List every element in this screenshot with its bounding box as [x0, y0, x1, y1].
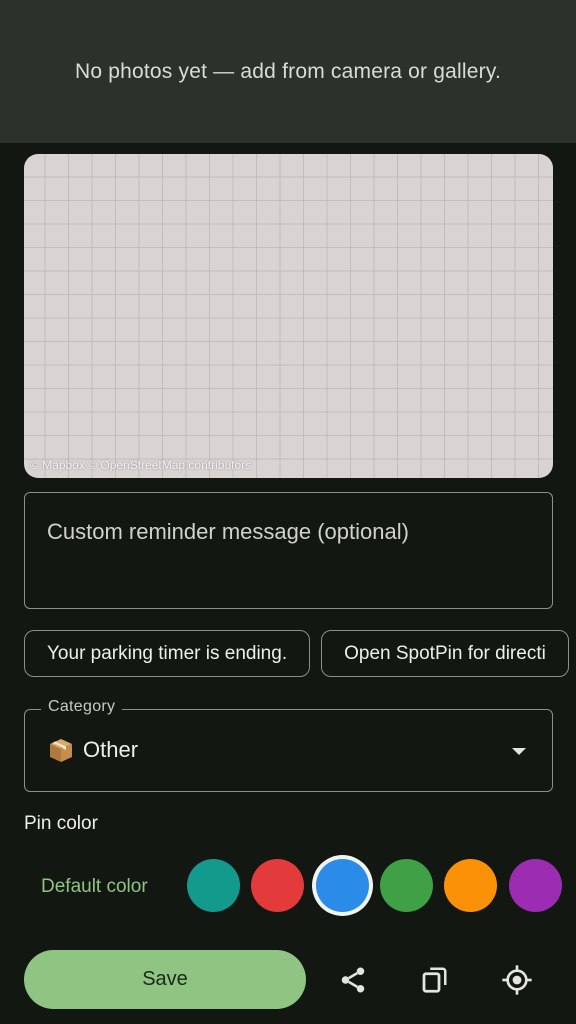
copy-icon [422, 967, 447, 993]
dropdown-arrow-icon[interactable] [512, 748, 526, 755]
reminder-message-field[interactable] [24, 492, 553, 609]
map-preview[interactable]: © Mapbox © OpenStreetMap contributors [24, 154, 553, 478]
pin-color-swatch[interactable] [380, 859, 433, 912]
photos-empty-banner: No photos yet — add from camera or galle… [0, 0, 576, 143]
suggestion-chip-timer-ending[interactable]: Your parking timer is ending. [24, 630, 311, 677]
reminder-suggestion-chips: Your parking timer is ending. Open SpotP… [24, 630, 576, 678]
package-icon [50, 739, 72, 762]
my-location-button[interactable] [495, 958, 539, 1002]
pin-color-swatch[interactable] [444, 859, 497, 912]
copy-button[interactable] [412, 958, 456, 1002]
category-label: Category [41, 698, 123, 716]
save-button[interactable]: Save [24, 950, 306, 1009]
default-color-option[interactable]: Default color [41, 876, 148, 898]
pin-color-swatch[interactable] [509, 859, 562, 912]
category-selected-value: Other [83, 737, 139, 762]
pin-color-swatch[interactable] [316, 859, 369, 912]
share-button[interactable] [331, 958, 375, 1002]
reminder-message-input[interactable] [47, 519, 530, 545]
category-dropdown[interactable]: Category Other [24, 698, 553, 792]
pin-color-swatch[interactable] [251, 859, 304, 912]
share-icon [341, 967, 365, 993]
pin-color-swatch[interactable] [187, 859, 240, 912]
map-attribution[interactable]: © Mapbox © OpenStreetMap contributors [30, 458, 251, 472]
my-location-icon [502, 965, 532, 995]
pin-color-row: Default color [0, 856, 576, 916]
category-selected: Other [47, 736, 138, 764]
pin-color-label: Pin color [24, 813, 98, 834]
photos-empty-message: No photos yet — add from camera or galle… [74, 59, 502, 83]
suggestion-chip-open-directions[interactable]: Open SpotPin for directi [321, 630, 569, 677]
